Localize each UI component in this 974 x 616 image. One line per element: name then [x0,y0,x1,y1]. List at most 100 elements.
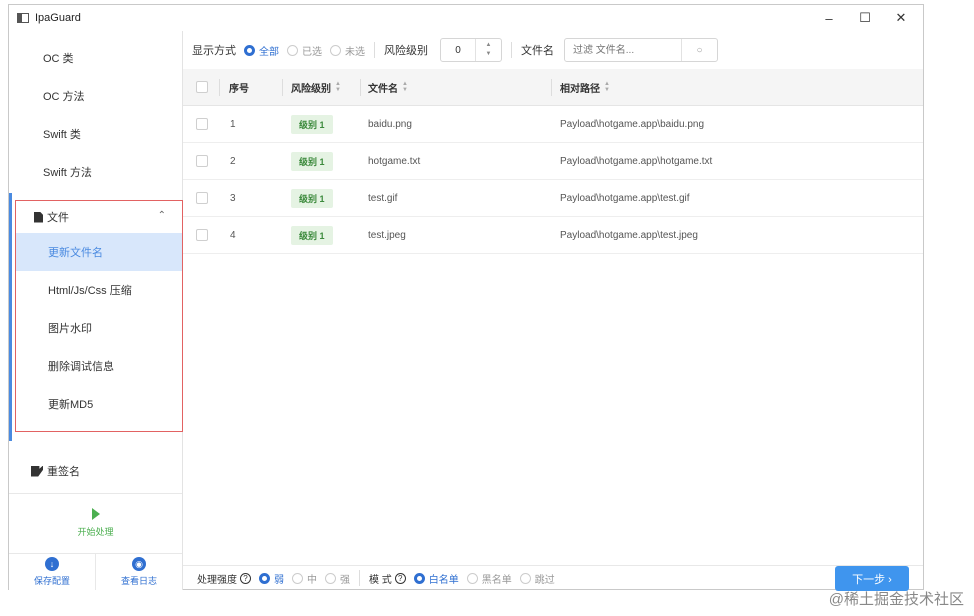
sidebar-item-rename-files[interactable]: 更新文件名 [16,233,182,271]
radio-unselected[interactable]: 未选 [330,43,365,58]
row-risk-cell: 级别 1 [291,143,333,179]
radio-strong[interactable]: 强 [325,571,350,586]
sidebar-item-strip-debug[interactable]: 删除调试信息 [16,347,182,385]
sidebar-group-label: 文件 [47,212,69,224]
filename-filter-label: 文件名 [521,45,554,57]
row-index: 2 [230,155,236,167]
start-button[interactable]: 开始处理 [9,493,182,551]
options-footer: 处理强度 ? 弱 中 强 模 式 ? 白名单 黑名单 跳过 下一步 › [183,565,923,591]
row-checkbox-cell [196,143,208,179]
sidebar-item-compress[interactable]: Html/Js/Css 压缩 [16,271,182,309]
divider [551,79,552,96]
sidebar: OC 类 OC 方法 Swift 类 Swift 方法 文件 ⌃ 更新文件名 H… [9,31,183,590]
search-icon[interactable]: ○ [681,39,717,61]
row-checkbox[interactable] [196,229,208,241]
sidebar-item-oc-method[interactable]: OC 方法 [9,77,182,115]
radio-dot-icon [519,572,531,584]
select-all-checkbox[interactable] [196,81,208,93]
radio-all[interactable]: 全部 [244,43,279,58]
col-path[interactable]: 相对路径 ▲ ▼ [560,69,610,105]
row-index: 1 [230,118,236,130]
help-icon[interactable]: ? [394,572,406,584]
sort-icon[interactable]: ▲ ▼ [604,81,610,93]
window-title: IpaGuard [35,12,81,24]
view-log-button[interactable]: ◉ 查看日志 [96,554,182,590]
close-button[interactable]: ✕ [883,5,919,31]
sidebar-item-update-md5[interactable]: 更新MD5 [16,385,182,423]
search-input[interactable] [565,40,681,60]
table-row[interactable]: 4 级别 1 test.jpeg Payload\hotgame.app\tes… [183,217,923,254]
file-table: 序号 风险级别 ▲ ▼ 文件名 ▲ ▼ 相对路径 ▲ ▼ 1 级别 1 baidu.png … [183,69,923,254]
save-config-button[interactable]: ↓ 保存配置 [9,554,96,590]
row-checkbox-cell [196,217,208,253]
radio-selected[interactable]: 已选 [287,43,322,58]
radio-medium[interactable]: 中 [292,571,317,586]
row-risk-cell: 级别 1 [291,106,333,142]
radio-medium-label: 中 [307,574,317,586]
risk-badge: 级别 1 [291,188,333,208]
radio-weak[interactable]: 弱 [259,571,284,586]
row-filename: hotgame.txt [368,155,421,167]
row-checkbox[interactable] [196,192,208,204]
row-checkbox-cell [196,106,208,142]
help-icon[interactable]: ? [240,572,251,584]
sidebar-item-watermark[interactable]: 图片水印 [16,309,182,347]
table-row[interactable]: 1 级别 1 baidu.png Payload\hotgame.app\bai… [183,106,923,143]
row-path: Payload\hotgame.app\baidu.png [560,118,705,130]
row-risk-cell: 级别 1 [291,217,333,253]
sidebar-item-swift-class[interactable]: Swift 类 [9,115,182,153]
filter-toolbar: 显示方式 全部 已选 未选 风险级别 0 ▲▼ 文件名 ○ [183,31,923,69]
window-controls: – ☐ ✕ [811,5,919,31]
minimize-button[interactable]: – [811,5,847,31]
divider [374,42,375,58]
stepper-up-icon[interactable]: ▲ [486,41,492,50]
divider [282,79,283,96]
col-filename[interactable]: 文件名 ▲ ▼ [368,69,408,105]
row-index: 3 [230,192,236,204]
chevron-up-icon[interactable]: ⌃ [158,210,166,221]
radio-skip[interactable]: 跳过 [519,571,555,586]
risk-level-stepper[interactable]: 0 ▲ ▼ [440,38,502,62]
col-risk[interactable]: 风险级别 ▲ ▼ [291,69,341,105]
resign-label: 重签名 [47,466,80,478]
radio-dot-icon [292,572,303,584]
radio-dot-icon [330,44,341,56]
radio-dot-icon [287,44,298,56]
row-checkbox[interactable] [196,118,208,130]
row-filename: test.jpeg [368,229,406,241]
table-row[interactable]: 2 级别 1 hotgame.txt Payload\hotgame.app\h… [183,143,923,180]
watermark-text: @稀土掘金技术社区 [828,591,964,608]
radio-selected-label: 已选 [302,46,322,58]
row-checkbox[interactable] [196,155,208,167]
divider [360,79,361,96]
app-icon [17,13,29,23]
risk-level-value[interactable]: 0 [441,45,475,56]
title-bar: IpaGuard – ☐ ✕ [9,5,923,31]
stepper-arrows[interactable]: ▲ ▼ [475,39,501,61]
radio-whitelist-label: 白名单 [428,574,459,586]
strength-label: 处理强度 [197,574,237,586]
table-row[interactable]: 3 级别 1 test.gif Payload\hotgame.app\test… [183,180,923,217]
radio-all-label: 全部 [259,46,279,58]
row-index: 4 [230,229,236,241]
radio-whitelist[interactable]: 白名单 [413,571,459,586]
radio-skip-label: 跳过 [534,574,555,586]
radio-blacklist[interactable]: 黑名单 [466,571,512,586]
sidebar-item-swift-method[interactable]: Swift 方法 [9,153,182,191]
risk-badge: 级别 1 [291,114,333,134]
sort-icon[interactable]: ▲ ▼ [335,81,341,93]
app-window: IpaGuard – ☐ ✕ OC 类 OC 方法 Swift 类 Swift … [8,4,924,591]
sidebar-item-oc-class[interactable]: OC 类 [9,39,182,77]
stepper-down-icon[interactable]: ▼ [486,50,492,59]
table-header: 序号 风险级别 ▲ ▼ 文件名 ▲ ▼ 相对路径 ▲ ▼ [183,69,923,106]
maximize-button[interactable]: ☐ [847,5,883,31]
download-icon: ↓ [45,557,59,571]
filename-search: ○ [564,38,718,62]
sidebar-group-file[interactable]: 文件 ⌃ [16,201,182,233]
col-filename-label: 文件名 [368,83,398,95]
file-group: 文件 ⌃ 更新文件名 Html/Js/Css 压缩 图片水印 删除调试信息 更新… [15,200,183,432]
sort-icon[interactable]: ▲ ▼ [402,81,408,93]
sidebar-item-resign[interactable]: 重签名 [9,454,182,488]
row-path: Payload\hotgame.app\test.jpeg [560,229,698,241]
divider [359,570,360,586]
